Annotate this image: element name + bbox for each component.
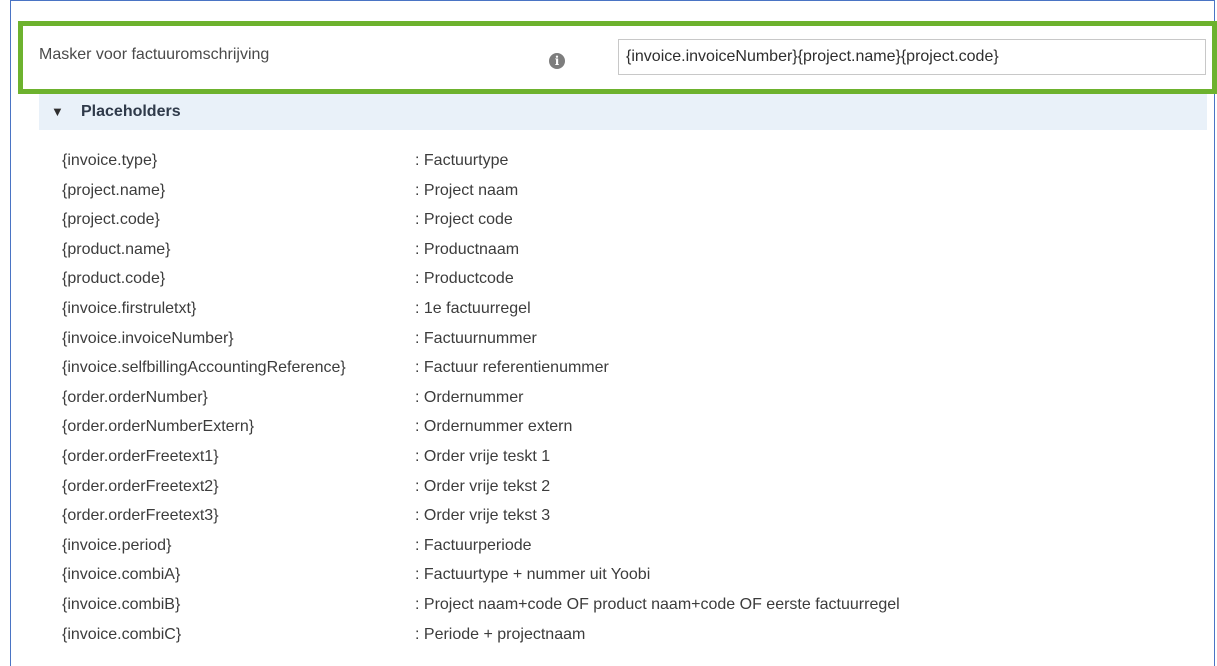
mask-input[interactable] (618, 39, 1206, 75)
placeholder-description: : Order vrije teskt 1 (415, 447, 551, 465)
placeholder-key: {invoice.combiC} (62, 625, 182, 643)
mask-field-label: Masker voor factuuromschrijving (39, 46, 270, 63)
placeholder-description: : Factuurtype + nummer uit Yoobi (415, 566, 651, 584)
mask-setting-row: Masker voor factuuromschrijving i (18, 21, 1217, 94)
info-icon[interactable]: i (549, 53, 565, 69)
placeholder-description: : Factuurnummer (415, 329, 537, 347)
placeholder-key: {invoice.invoiceNumber} (62, 329, 234, 347)
placeholder-description: : Project naam+code OF product naam+code… (415, 595, 900, 613)
placeholder-description: : Ordernummer extern (415, 418, 573, 436)
placeholder-description: : Project naam (415, 181, 519, 199)
placeholder-key: {order.orderNumberExtern} (62, 418, 255, 436)
placeholder-key: {order.orderFreetext2} (62, 477, 219, 495)
placeholder-description: : Productnaam (415, 240, 520, 258)
placeholder-key: {project.code} (62, 211, 160, 229)
placeholder-key: {invoice.selfbillingAccountingReference} (62, 359, 346, 377)
placeholder-key: {order.orderFreetext1} (62, 447, 219, 465)
placeholders-section-header[interactable]: ▼ Placeholders (39, 94, 1207, 130)
placeholder-key: {order.orderNumber} (62, 388, 208, 406)
placeholder-description: : Order vrije tekst 2 (415, 477, 551, 495)
placeholder-key: {product.code} (62, 270, 166, 288)
placeholder-description: : Ordernummer (415, 388, 524, 406)
placeholder-description: : Periode + projectnaam (415, 625, 586, 643)
placeholder-description: : 1e factuurregel (415, 299, 531, 317)
placeholder-key: {invoice.firstruletxt} (62, 299, 197, 317)
placeholder-description: : Factuurperiode (415, 536, 532, 554)
placeholder-key: {invoice.combiB} (62, 595, 181, 613)
placeholder-key: {invoice.period} (62, 536, 172, 554)
placeholder-key: {product.name} (62, 240, 171, 258)
placeholder-key: {order.orderFreetext3} (62, 507, 219, 525)
placeholder-key: {invoice.type} (62, 152, 158, 169)
placeholder-description: : Factuurtype (415, 152, 509, 169)
placeholder-key: {invoice.combiA} (62, 566, 181, 584)
placeholder-description: : Factuur referentienummer (415, 359, 609, 377)
placeholder-key: {project.name} (62, 181, 166, 199)
placeholders-title: Placeholders (81, 103, 181, 120)
placeholder-description: : Project code (415, 211, 513, 229)
placeholder-description: : Productcode (415, 270, 514, 288)
placeholder-description: : Order vrije tekst 3 (415, 507, 551, 525)
triangle-down-icon: ▼ (51, 104, 64, 119)
